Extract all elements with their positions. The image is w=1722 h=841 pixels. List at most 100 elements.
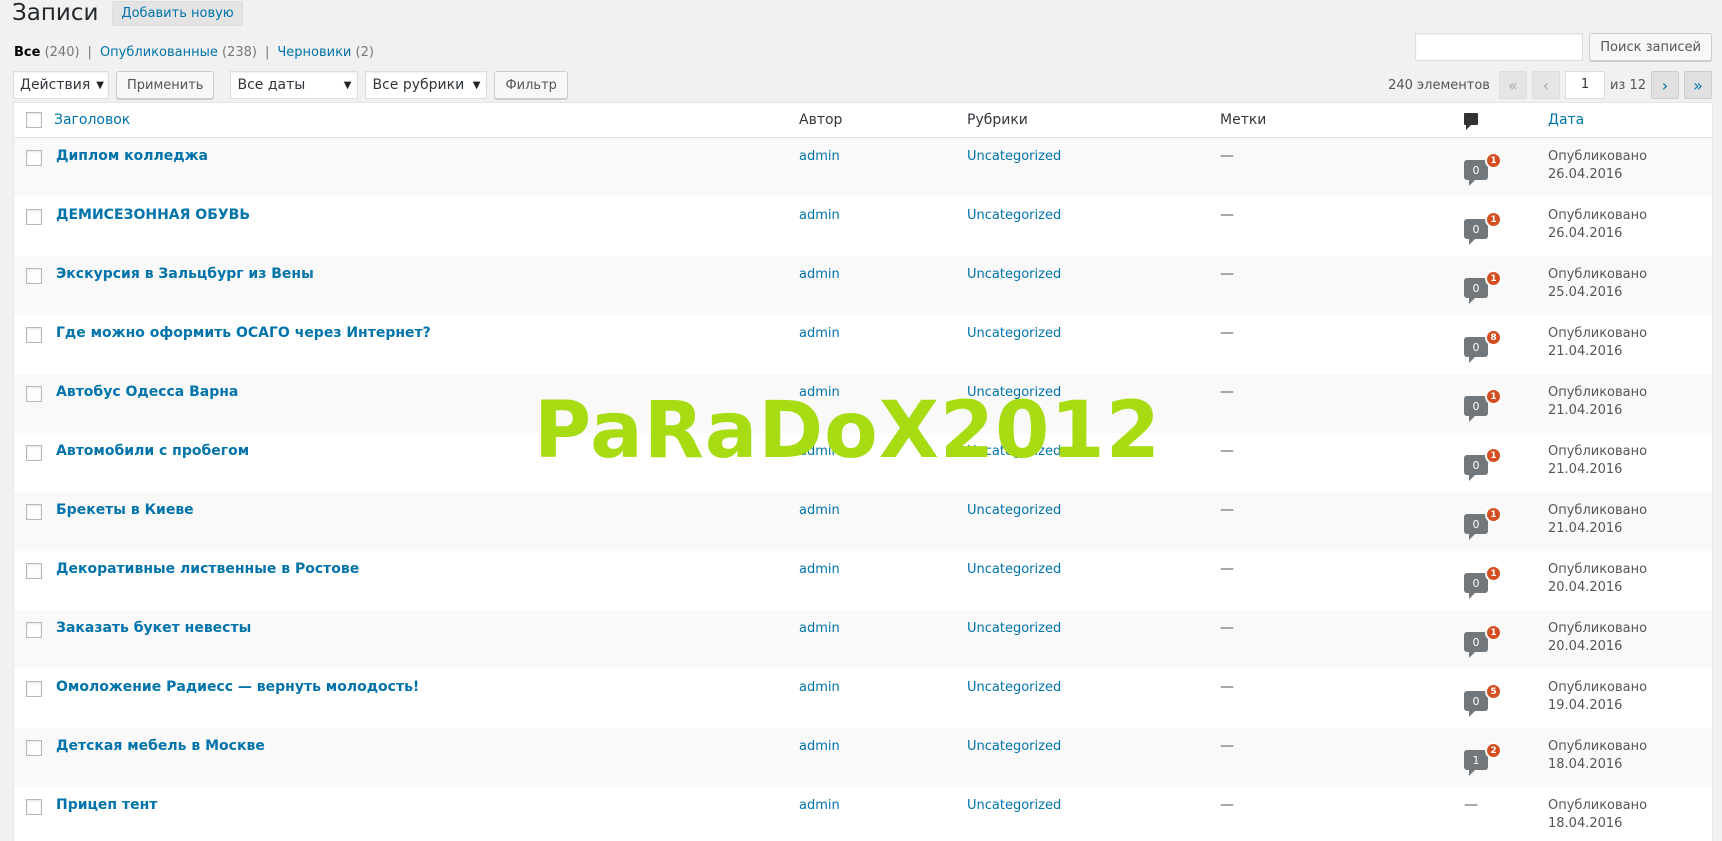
pending-comments-badge[interactable]: 1 <box>1485 506 1502 523</box>
comment-count[interactable]: 0 1 <box>1464 388 1502 428</box>
post-author-link[interactable]: admin <box>799 680 840 695</box>
column-tags: Метки <box>1220 112 1267 128</box>
row-checkbox[interactable] <box>25 150 42 166</box>
filter-button[interactable]: Фильтр <box>494 71 568 99</box>
row-checkbox[interactable] <box>25 209 42 225</box>
row-checkbox[interactable] <box>25 268 42 284</box>
table-row: Автомобили с пробегом admin Uncategorize… <box>14 433 1712 492</box>
search-input[interactable] <box>1415 33 1584 61</box>
pending-comments-badge[interactable]: 8 <box>1485 329 1502 346</box>
post-author-link[interactable]: admin <box>799 621 840 636</box>
row-checkbox[interactable] <box>25 563 42 579</box>
row-checkbox[interactable] <box>25 327 42 343</box>
comment-count[interactable]: 0 8 <box>1464 329 1502 369</box>
post-title-link[interactable]: Автобус Одесса Варна <box>56 384 238 400</box>
row-checkbox[interactable] <box>25 386 42 402</box>
select-all-checkbox[interactable] <box>25 112 42 128</box>
date-filter-select[interactable]: Все даты ▼ <box>230 71 359 99</box>
post-date: 26.04.2016 <box>1548 226 1623 241</box>
post-title-link[interactable]: Брекеты в Киеве <box>56 502 194 518</box>
post-author-link[interactable]: admin <box>799 208 840 223</box>
post-category-link[interactable]: Uncategorized <box>967 444 1061 459</box>
row-checkbox[interactable] <box>25 681 42 697</box>
post-author-link[interactable]: admin <box>799 385 840 400</box>
post-category-link[interactable]: Uncategorized <box>967 267 1061 282</box>
current-page-input[interactable]: 1 <box>1564 71 1605 99</box>
comment-count[interactable]: 0 1 <box>1464 565 1502 605</box>
post-title-link[interactable]: Детская мебель в Москве <box>56 738 265 754</box>
search-posts-button[interactable]: Поиск записей <box>1589 33 1712 61</box>
post-tags: — <box>1220 443 1234 459</box>
comment-count[interactable]: 0 1 <box>1464 624 1502 664</box>
column-date-sort[interactable]: Дата <box>1548 112 1584 128</box>
row-checkbox[interactable] <box>25 504 42 520</box>
comment-count[interactable]: 0 1 <box>1464 211 1502 251</box>
pending-comments-badge[interactable]: 1 <box>1485 211 1502 228</box>
post-author-link[interactable]: admin <box>799 739 840 754</box>
comment-count[interactable]: 0 1 <box>1464 152 1502 192</box>
comment-count[interactable]: 1 2 <box>1464 742 1502 782</box>
post-category-link[interactable]: Uncategorized <box>967 621 1061 636</box>
post-author-link[interactable]: admin <box>799 444 840 459</box>
filter-all[interactable]: Все (240) <box>14 45 80 60</box>
post-category-link[interactable]: Uncategorized <box>967 680 1061 695</box>
comment-count[interactable]: 0 1 <box>1464 447 1502 487</box>
apply-button[interactable]: Применить <box>116 71 215 99</box>
post-title-link[interactable]: Заказать букет невесты <box>56 620 251 636</box>
post-author-link[interactable]: admin <box>799 798 840 813</box>
posts-table: Заголовок Автор Рубрики Метки Дата Дипло… <box>13 102 1713 841</box>
post-category-link[interactable]: Uncategorized <box>967 798 1061 813</box>
pending-comments-badge[interactable]: 1 <box>1485 152 1502 169</box>
row-checkbox[interactable] <box>25 740 42 756</box>
post-tags: — <box>1220 797 1234 813</box>
post-title-link[interactable]: Декоративные лиственные в Ростове <box>56 561 359 577</box>
filter-published[interactable]: Опубликованные (238) <box>100 45 257 60</box>
category-filter-select[interactable]: Все рубрики ▼ <box>365 71 488 99</box>
post-author-link[interactable]: admin <box>799 267 840 282</box>
post-author-link[interactable]: admin <box>799 149 840 164</box>
post-author-link[interactable]: admin <box>799 562 840 577</box>
post-title-link[interactable]: ДЕМИСЕЗОННАЯ ОБУВЬ <box>56 207 250 223</box>
comment-count[interactable]: 0 1 <box>1464 270 1502 310</box>
post-title-link[interactable]: Омоложение Радиесс — вернуть молодость! <box>56 679 419 695</box>
post-author-link[interactable]: admin <box>799 326 840 341</box>
post-title-link[interactable]: Экскурсия в Зальцбург из Вены <box>56 266 314 282</box>
post-status: Опубликовано <box>1548 739 1648 754</box>
post-category-link[interactable]: Uncategorized <box>967 739 1061 754</box>
post-category-link[interactable]: Uncategorized <box>967 149 1061 164</box>
next-page-button[interactable]: › <box>1651 71 1679 99</box>
pending-comments-badge[interactable]: 1 <box>1485 270 1502 287</box>
add-new-button[interactable]: Добавить новую <box>112 0 243 26</box>
comment-count[interactable]: 0 1 <box>1464 506 1502 546</box>
pending-comments-badge[interactable]: 5 <box>1485 683 1502 700</box>
post-title-link[interactable]: Диплом колледжа <box>56 148 208 164</box>
post-title-link[interactable]: Автомобили с пробегом <box>56 443 249 459</box>
post-status: Опубликовано <box>1548 385 1648 400</box>
last-page-button[interactable]: » <box>1684 71 1712 99</box>
post-status: Опубликовано <box>1548 326 1648 341</box>
column-author: Автор <box>799 112 843 128</box>
pending-comments-badge[interactable]: 1 <box>1485 447 1502 464</box>
pending-comments-badge[interactable]: 2 <box>1485 742 1502 759</box>
post-category-link[interactable]: Uncategorized <box>967 503 1061 518</box>
pending-comments-badge[interactable]: 1 <box>1485 565 1502 582</box>
row-checkbox[interactable] <box>25 445 42 461</box>
bulk-actions-select[interactable]: Действия ▼ <box>13 71 109 99</box>
comment-count[interactable]: 0 5 <box>1464 683 1502 723</box>
column-title-sort[interactable]: Заголовок <box>54 112 130 128</box>
post-title-link[interactable]: Прицеп тент <box>56 797 157 813</box>
post-tags: — <box>1220 679 1234 695</box>
post-status: Опубликовано <box>1548 208 1648 223</box>
post-author-link[interactable]: admin <box>799 503 840 518</box>
post-category-link[interactable]: Uncategorized <box>967 208 1061 223</box>
pending-comments-badge[interactable]: 1 <box>1485 624 1502 641</box>
post-category-link[interactable]: Uncategorized <box>967 326 1061 341</box>
post-tags: — <box>1220 325 1234 341</box>
pending-comments-badge[interactable]: 1 <box>1485 388 1502 405</box>
post-title-link[interactable]: Где можно оформить ОСАГО через Интернет? <box>56 325 431 341</box>
filter-drafts[interactable]: Черновики (2) <box>277 45 374 60</box>
row-checkbox[interactable] <box>25 799 42 815</box>
post-category-link[interactable]: Uncategorized <box>967 385 1061 400</box>
post-category-link[interactable]: Uncategorized <box>967 562 1061 577</box>
row-checkbox[interactable] <box>25 622 42 638</box>
